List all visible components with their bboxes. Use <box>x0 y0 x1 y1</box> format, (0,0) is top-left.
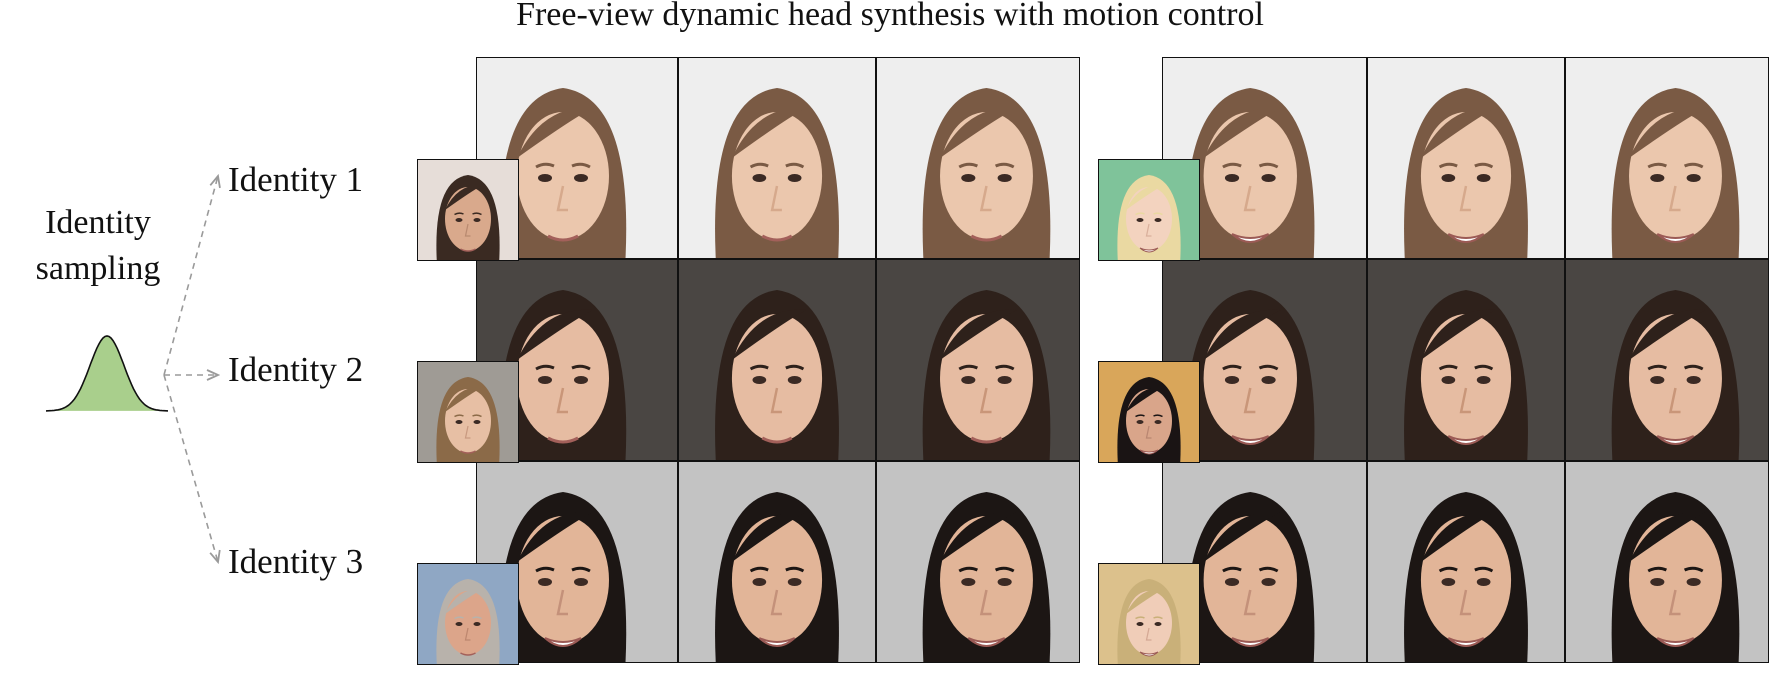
motion-driver-left-identity-2 <box>417 361 519 463</box>
identity-2-label: Identity 2 <box>228 350 364 389</box>
motion-driver-right-identity-1 <box>1098 159 1200 261</box>
synth-left-identity-3-view-2 <box>678 461 876 663</box>
synth-left-identity-1-view-2 <box>678 57 876 259</box>
motion-driver-right-identity-2 <box>1098 361 1200 463</box>
gaussian-curve <box>45 335 169 412</box>
motion-driver-left-identity-3 <box>417 563 519 665</box>
identity-3-label: Identity 3 <box>228 542 364 581</box>
arrow-to-identity-1 <box>163 176 218 376</box>
synth-right-identity-3-view-2 <box>1367 461 1565 663</box>
synth-left-identity-3-view-3 <box>876 461 1080 663</box>
motion-driver-right-identity-3 <box>1098 563 1200 665</box>
synth-right-identity-2-view-3 <box>1565 259 1769 461</box>
synth-left-identity-1-view-3 <box>876 57 1080 259</box>
synth-right-identity-1-view-3 <box>1565 57 1769 259</box>
synth-left-identity-2-view-3 <box>876 259 1080 461</box>
identity-1-label: Identity 1 <box>228 160 364 199</box>
synth-left-identity-2-view-2 <box>678 259 876 461</box>
synth-right-identity-1-view-2 <box>1367 57 1565 259</box>
motion-driver-left-identity-1 <box>417 159 519 261</box>
synth-right-identity-3-view-3 <box>1565 461 1769 663</box>
synth-right-identity-2-view-2 <box>1367 259 1565 461</box>
arrow-to-identity-3 <box>163 374 218 562</box>
